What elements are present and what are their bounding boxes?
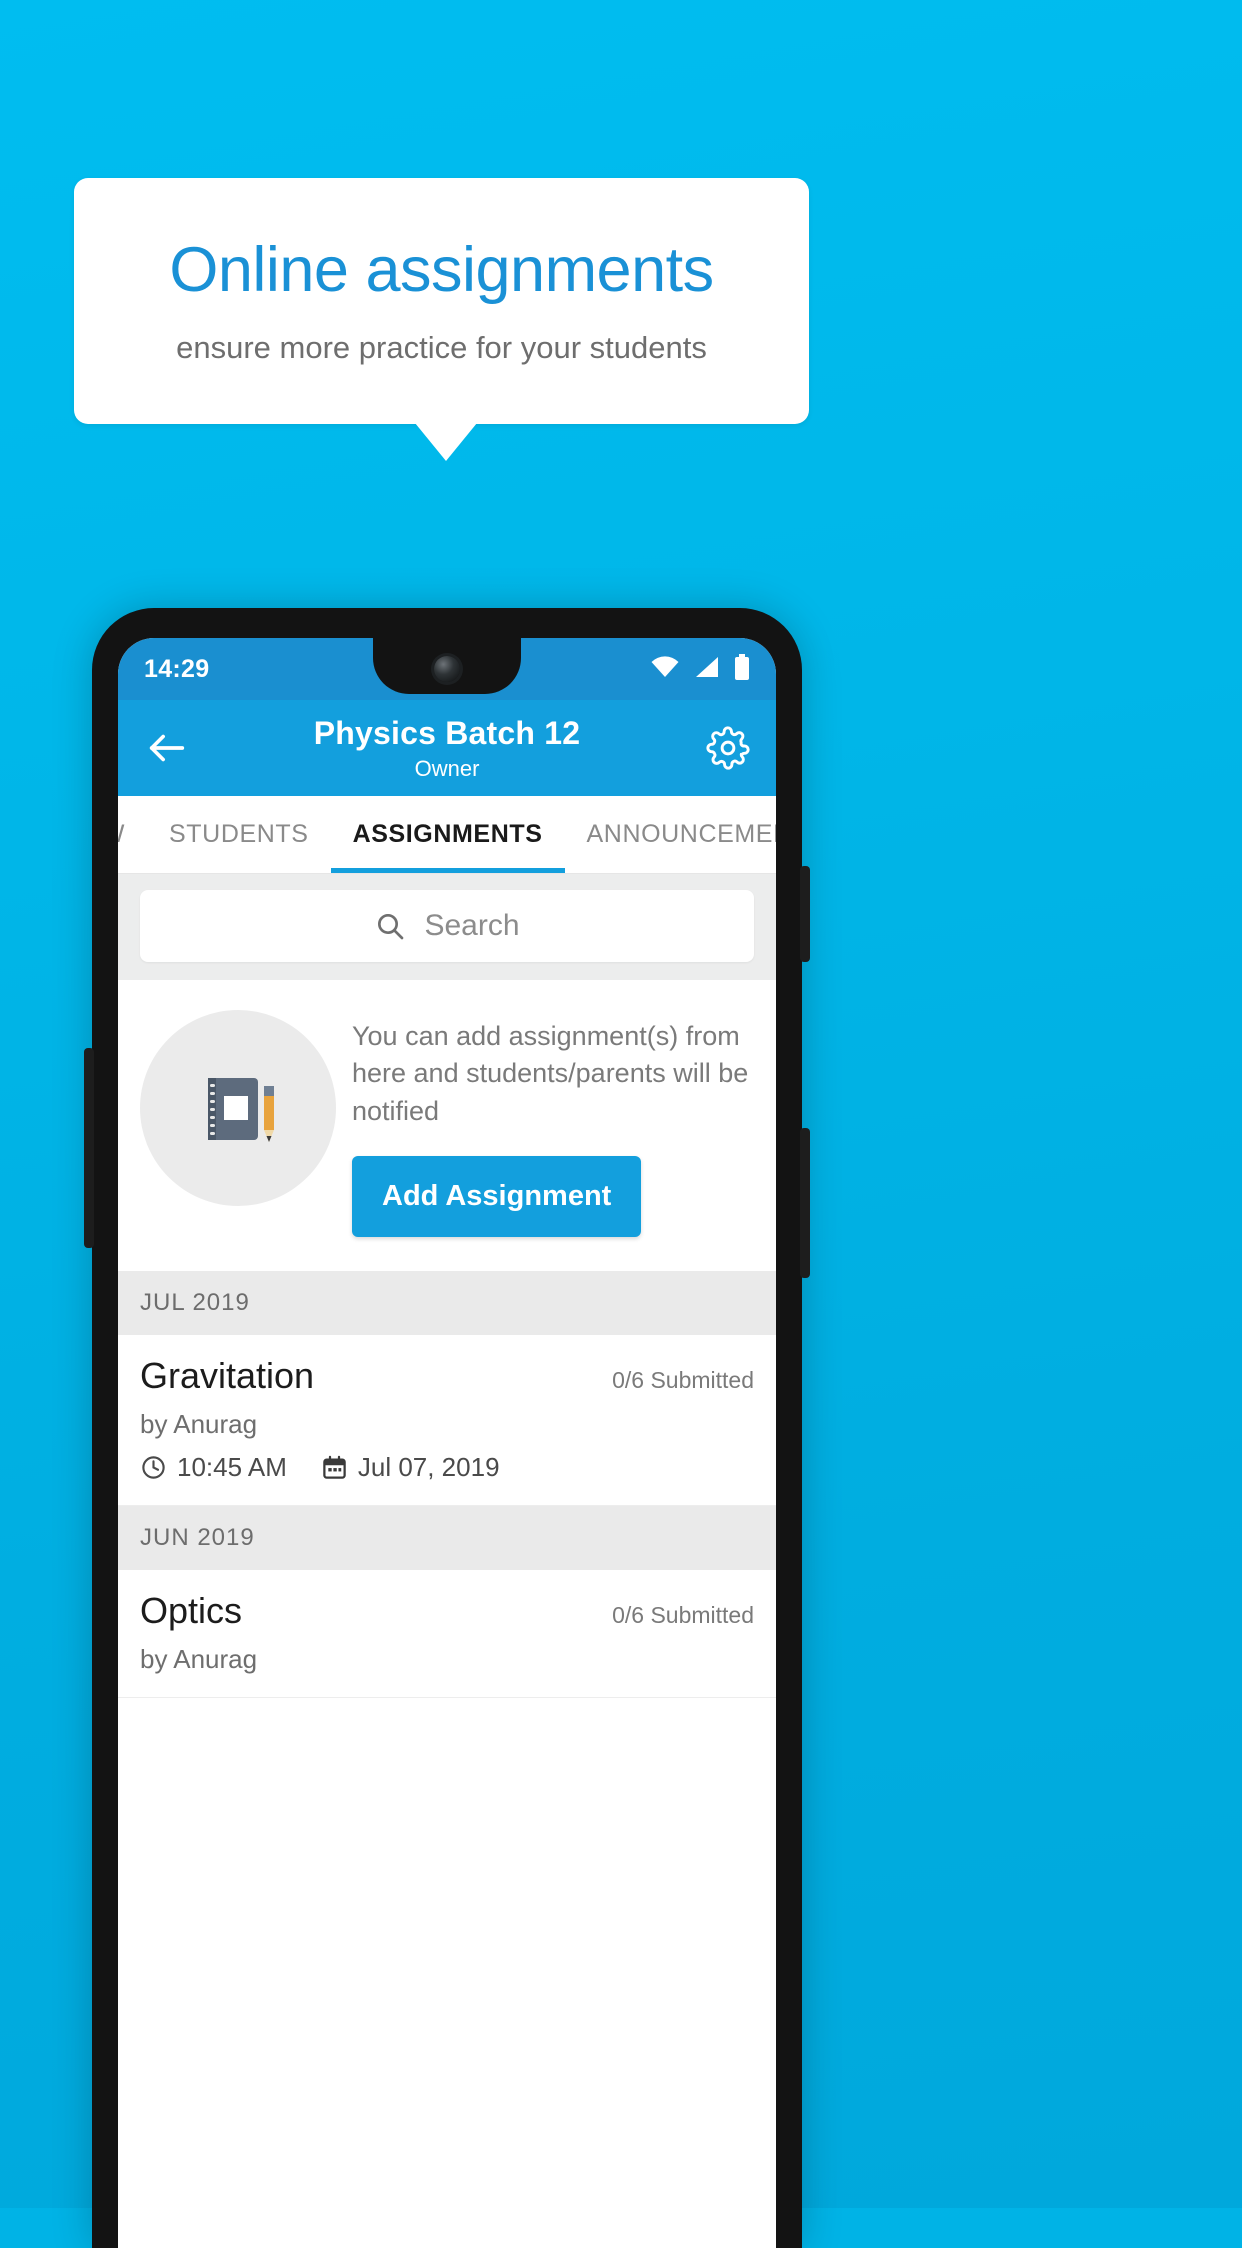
tab-announcements-label: ANNOUNCEMENTS [586, 820, 776, 848]
front-camera-icon [434, 656, 460, 682]
add-assignment-button[interactable]: Add Assignment [352, 1155, 642, 1237]
phone-mockup: 14:29 Physics Batch 12 Owner STUDENTS AS… [84, 608, 810, 2248]
signal-icon [694, 655, 720, 684]
search-placeholder: Search [424, 909, 520, 942]
arrow-left-icon[interactable] [144, 725, 190, 771]
phone-side-button [84, 1048, 94, 1248]
toolbar-titles: Physics Batch 12 Owner [118, 715, 776, 782]
calendar-icon [321, 1454, 348, 1481]
assignment-row[interactable]: Gravitation 0/6 Submitted by Anurag 10:4… [118, 1334, 776, 1506]
tab-assignments-label: ASSIGNMENTS [352, 820, 543, 848]
month-header-jul: JUL 2019 [118, 1270, 776, 1335]
assignment-author: by Anurag [140, 1408, 258, 1439]
battery-icon [734, 653, 750, 685]
assignment-date: Jul 07, 2019 [357, 1451, 500, 1482]
assignment-author: by Anurag [140, 1643, 258, 1674]
phone-volume-button [800, 1128, 810, 1278]
assignment-header: Gravitation 0/6 Submitted [140, 1355, 754, 1397]
assignment-title: Optics [140, 1589, 243, 1631]
search-input[interactable]: Search [140, 890, 754, 962]
phone-power-button [800, 866, 810, 962]
notebook-pencil-icon [140, 1010, 336, 1206]
tab-announcements[interactable]: ANNOUNCEMENTS [565, 796, 776, 873]
assignment-header: Optics 0/6 Submitted [140, 1590, 754, 1632]
promo-title: Online assignments [169, 234, 714, 305]
page-title: Physics Batch 12 [313, 714, 581, 751]
assignment-row[interactable]: Optics 0/6 Submitted by Anurag [118, 1569, 776, 1698]
phone-notch [373, 638, 521, 694]
wifi-icon [650, 655, 680, 684]
empty-state-text: You can add assignment(s) from here and … [352, 1021, 749, 1126]
empty-state-content: You can add assignment(s) from here and … [352, 1006, 754, 1237]
search-icon [374, 910, 406, 942]
tab-overview[interactable]: IEW [118, 796, 147, 873]
gear-icon[interactable] [706, 726, 750, 770]
assignment-time: 10:45 AM [177, 1451, 287, 1482]
tab-assignments[interactable]: ASSIGNMENTS [330, 796, 565, 873]
tab-students[interactable]: STUDENTS [147, 796, 331, 873]
search-section: Search [118, 874, 776, 980]
status-time: 14:29 [144, 654, 210, 683]
tab-bar: IEW STUDENTS ASSIGNMENTS ANNOUNCEMENTS [118, 796, 776, 874]
assignment-submitted-count: 0/6 Submitted [612, 1366, 754, 1393]
promo-bubble-tail [415, 423, 477, 461]
empty-state-card: You can add assignment(s) from here and … [118, 980, 776, 1271]
promo-bubble: Online assignments ensure more practice … [74, 178, 809, 424]
assignment-title: Gravitation [140, 1354, 315, 1396]
assignment-meta: 10:45 AM Jul 07, 2019 [140, 1452, 754, 1483]
clock-icon [140, 1454, 167, 1481]
month-header-jun: JUN 2019 [118, 1505, 776, 1570]
app-toolbar: Physics Batch 12 Owner [118, 700, 776, 796]
promo-subtitle: ensure more practice for your students [176, 330, 707, 366]
tab-students-label: STUDENTS [169, 820, 309, 848]
status-icons [650, 653, 750, 685]
page-subtitle: Owner [414, 755, 480, 781]
phone-screen: 14:29 Physics Batch 12 Owner STUDENTS AS… [118, 638, 776, 2248]
tab-overview-label: IEW [118, 820, 125, 849]
assignment-submitted-count: 0/6 Submitted [612, 1601, 754, 1628]
